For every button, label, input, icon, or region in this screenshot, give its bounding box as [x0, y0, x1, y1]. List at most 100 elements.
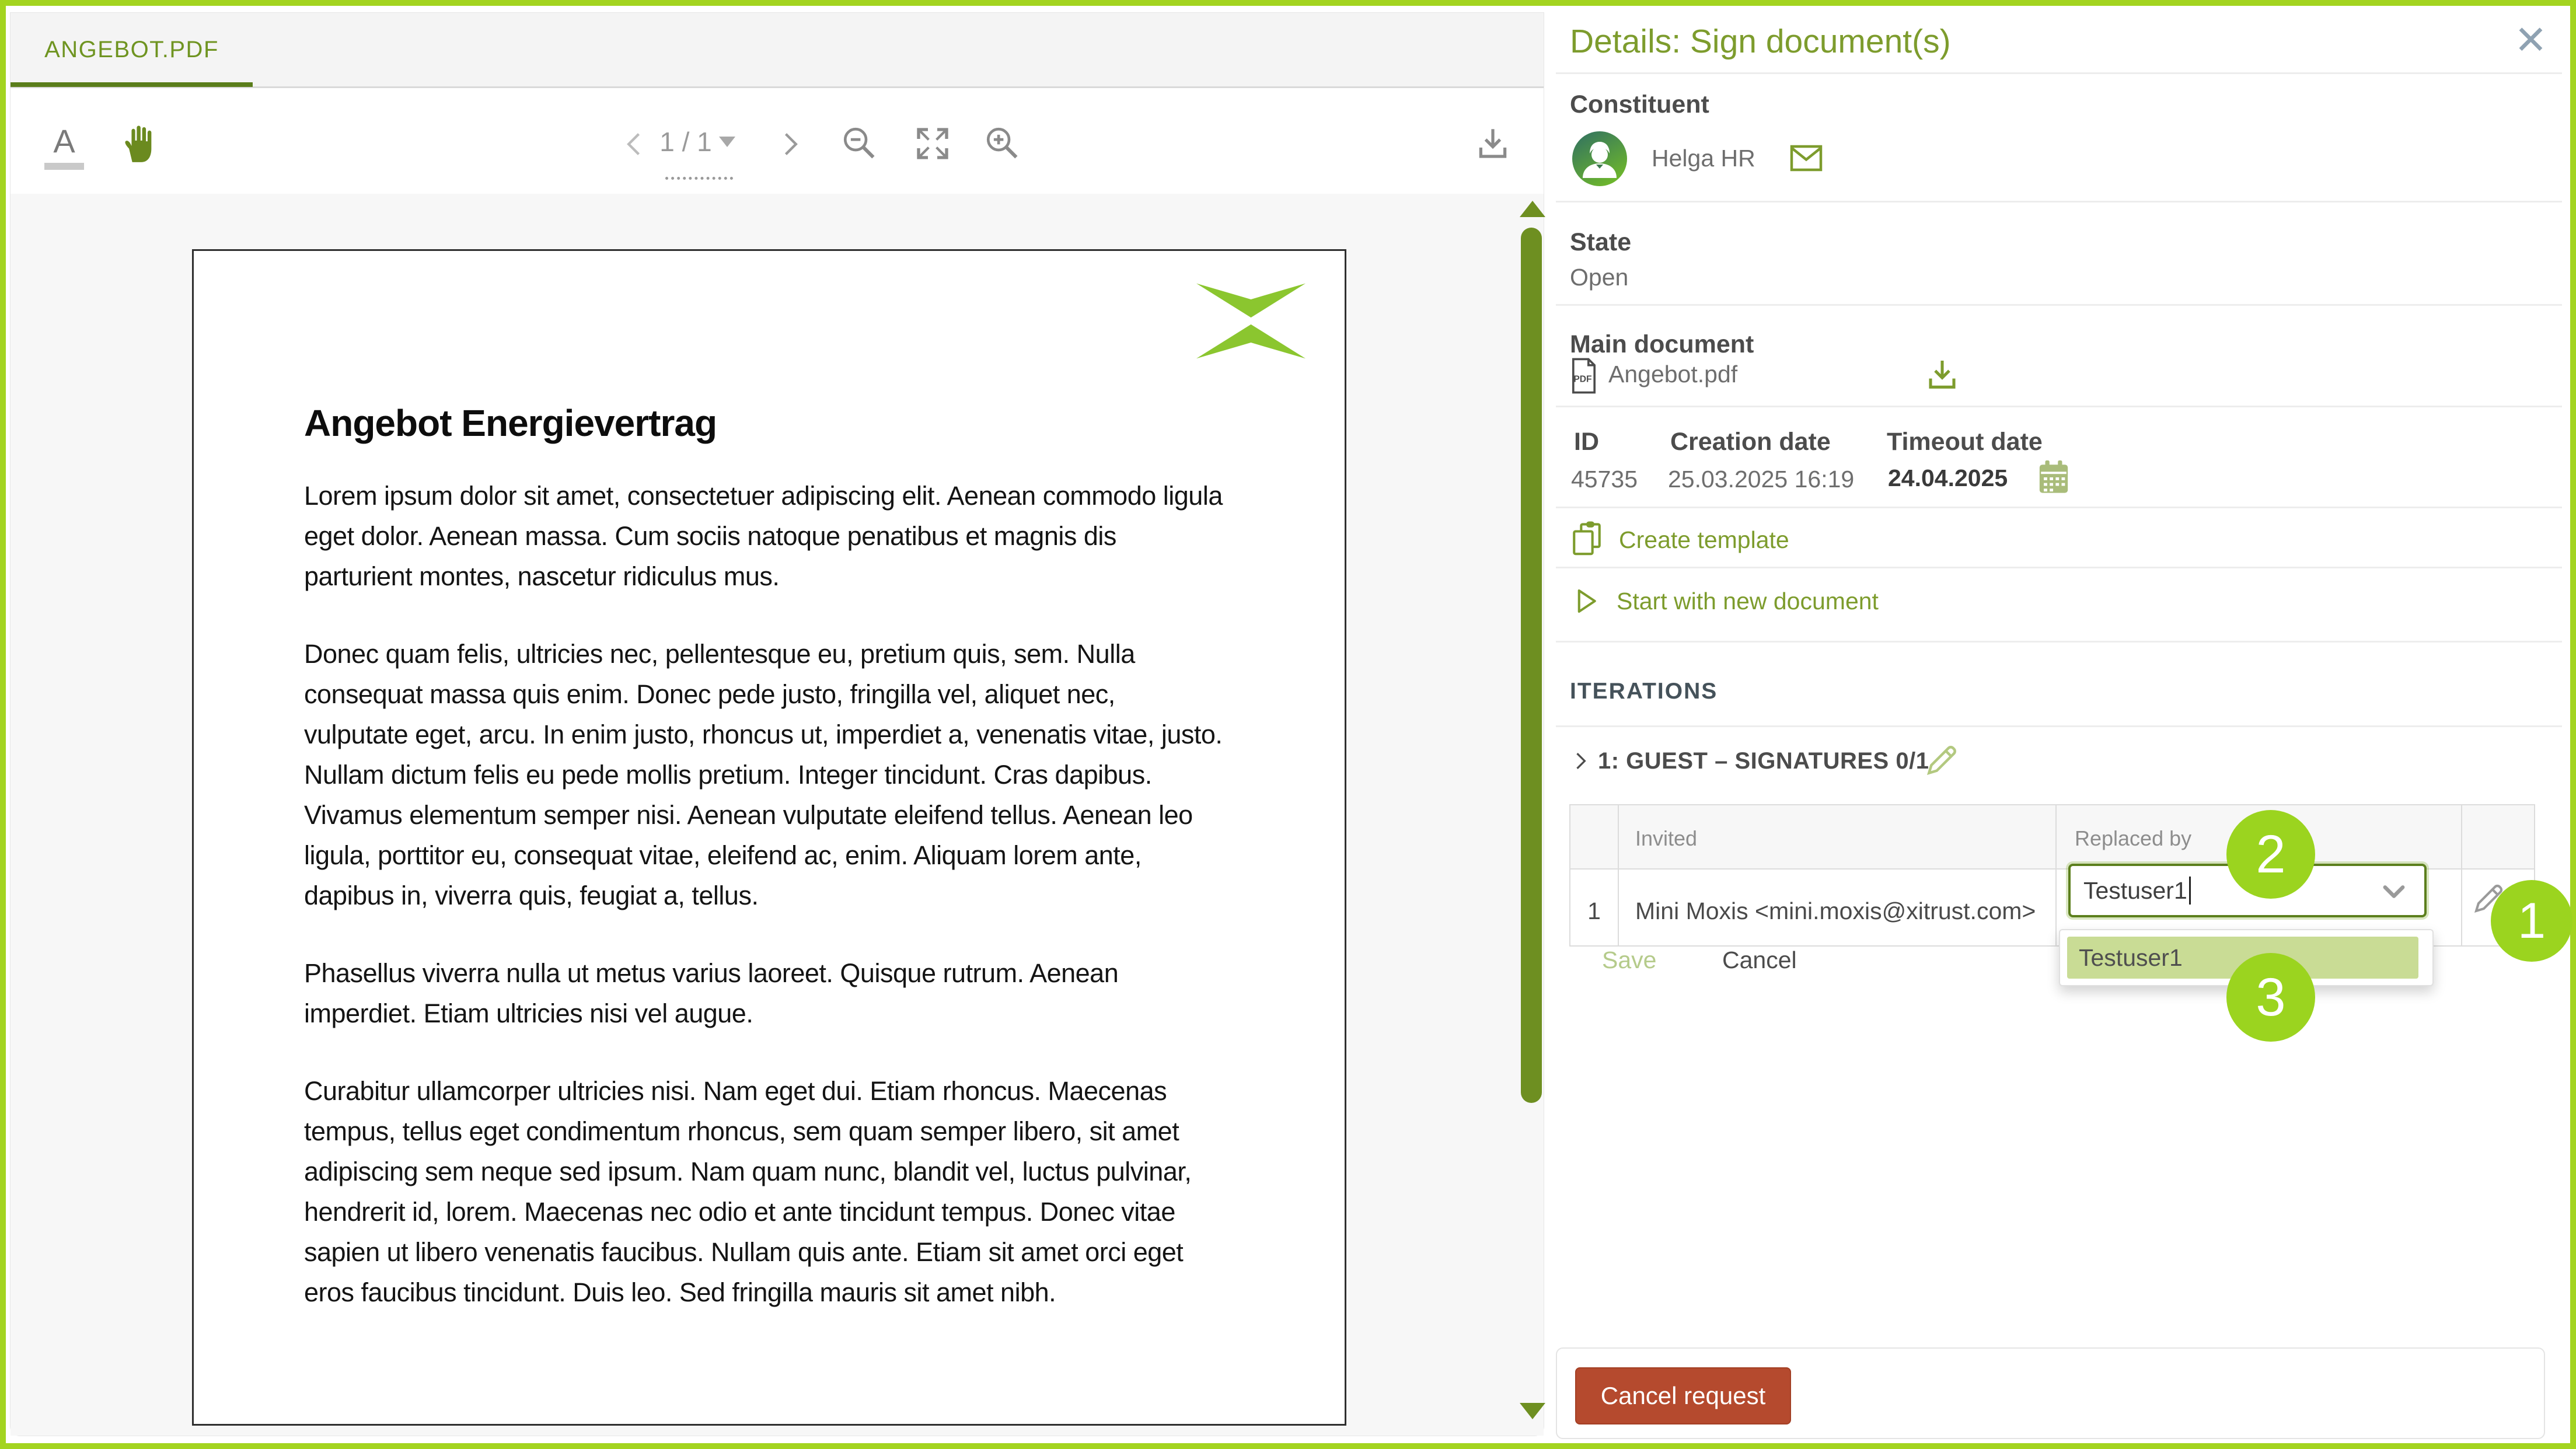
divider: [1556, 641, 2562, 643]
page-select-caret-icon: [719, 137, 735, 147]
download-document-button[interactable]: [1467, 118, 1519, 169]
download-main-document-button[interactable]: [1924, 355, 1961, 394]
annotation-step-2: 2: [2226, 810, 2315, 899]
pencil-icon: [1924, 741, 1961, 778]
signers-table-header: [1570, 805, 2534, 870]
svg-text:PDF: PDF: [1573, 374, 1591, 384]
document-paragraph: Curabitur ullamcorper ultricies nisi. Na…: [304, 1071, 1225, 1312]
fit-to-screen-button[interactable]: [909, 118, 956, 169]
divider: [1556, 304, 2562, 306]
tab-label: ANGEBOT.PDF: [44, 37, 219, 63]
signers-table: Invited Replaced by 1 Mini Moxis <mini.m…: [1569, 804, 2535, 947]
page-indicator-input[interactable]: 1 / 1: [659, 118, 735, 165]
divider: [1556, 567, 2562, 568]
chevron-down-icon[interactable]: [2379, 877, 2409, 907]
divider: [1556, 507, 2562, 508]
iteration-group-label: 1: GUEST – SIGNATURES 0/1: [1598, 748, 1929, 774]
divider: [1556, 725, 2562, 727]
table-column-divider: [2055, 805, 2057, 945]
annotation-step-1: 1: [2491, 880, 2572, 962]
divider: [1556, 72, 2562, 74]
row-number-cell: 1: [1570, 898, 1618, 925]
state-label: State: [1570, 228, 1631, 257]
divider: [1556, 201, 2562, 202]
cancel-button[interactable]: Cancel: [1722, 947, 1797, 974]
id-label: ID: [1574, 428, 1599, 456]
app-window: { "colors": { "accent_green": "#7d9c2d",…: [0, 0, 2576, 1449]
viewer-toolbar: A 1 / 1: [11, 88, 1544, 194]
zoom-in-icon: [983, 123, 1022, 165]
page-indicator-value: 1 / 1: [659, 126, 712, 158]
start-with-new-document-label: Start with new document: [1617, 588, 1879, 615]
main-document-label: Main document: [1570, 330, 1754, 359]
zoom-out-icon: [840, 123, 879, 165]
dropdown-option-label: Testuser1: [2079, 944, 2183, 972]
hand-icon: [118, 119, 161, 169]
scrollbar-up-arrow[interactable]: [1520, 201, 1545, 217]
invited-cell: Mini Moxis <mini.moxis@xitrust.com>: [1635, 898, 2036, 925]
combobox-value: Testuser1: [2083, 877, 2187, 905]
create-template-link[interactable]: Create template: [1570, 521, 1789, 559]
next-page-button[interactable]: [772, 121, 807, 167]
state-value: Open: [1570, 264, 1628, 291]
cancel-request-button[interactable]: Cancel request: [1575, 1367, 1791, 1424]
chevron-right-icon: [1568, 746, 1593, 776]
prev-page-button[interactable]: [617, 121, 652, 167]
edit-iteration-button[interactable]: [1924, 741, 1961, 778]
email-icon[interactable]: [1788, 144, 1824, 173]
zoom-in-button[interactable]: [979, 118, 1026, 169]
document-title: Angebot Energievertrag: [304, 401, 717, 445]
scrollbar-down-arrow[interactable]: [1520, 1403, 1545, 1419]
details-footer: Cancel request: [1556, 1347, 2545, 1439]
close-icon[interactable]: ✕: [2514, 18, 2547, 64]
pdf-page: Angebot Energievertrag Lorem ipsum dolor…: [192, 249, 1346, 1426]
document-paragraph: Phasellus viverra nulla ut metus varius …: [304, 953, 1225, 1033]
scrollbar-thumb[interactable]: [1521, 228, 1542, 1103]
annotation-step-3: 3: [2226, 953, 2315, 1042]
download-icon: [1474, 123, 1512, 164]
calendar-icon[interactable]: [2037, 459, 2071, 496]
column-header-invited: Invited: [1635, 826, 1697, 851]
document-body: Lorem ipsum dolor sit amet, consectetuer…: [304, 476, 1225, 1350]
constituent-label: Constituent: [1570, 90, 1709, 119]
document-paragraph: Lorem ipsum dolor sit amet, consectetuer…: [304, 476, 1225, 596]
chevron-left-icon: [620, 125, 650, 163]
pdf-viewer-area: Angebot Energievertrag Lorem ipsum dolor…: [11, 194, 1544, 1436]
xitrust-logo-icon: [1194, 283, 1308, 359]
tab-angebot-pdf[interactable]: ANGEBOT.PDF: [11, 13, 253, 86]
creation-date-label: Creation date: [1670, 428, 1831, 456]
tab-active-underline: [11, 82, 253, 87]
iterations-heading: ITERATIONS: [1570, 679, 1718, 704]
zoom-out-button[interactable]: [836, 118, 883, 169]
pan-tool-button[interactable]: [113, 115, 166, 173]
save-button[interactable]: Save: [1602, 947, 1656, 974]
id-value: 45735: [1571, 466, 1638, 493]
text-select-underline: [44, 163, 84, 170]
page-input-dotted-underline: [665, 177, 733, 180]
expand-icon: [914, 125, 951, 162]
window-border-left: [0, 0, 6, 1449]
chevron-right-icon: [774, 125, 805, 163]
window-border-top: [0, 0, 2576, 6]
text-select-icon: A: [53, 124, 75, 158]
main-document-filename: Angebot.pdf: [1608, 361, 1737, 388]
creation-date-value: 25.03.2025 16:19: [1668, 466, 1854, 493]
pdf-viewer-card: ANGEBOT.PDF A: [11, 13, 1544, 1436]
details-panel-title: Details: Sign document(s): [1570, 22, 1951, 61]
timeout-date-value: 24.04.2025: [1888, 465, 2008, 492]
document-paragraph: Donec quam felis, ultricies nec, pellent…: [304, 634, 1225, 916]
tab-bar: ANGEBOT.PDF: [11, 13, 1544, 88]
create-template-label: Create template: [1619, 526, 1789, 554]
play-outline-icon: [1570, 584, 1601, 619]
constituent-name: Helga HR: [1652, 145, 1755, 172]
text-select-tool-button[interactable]: A: [41, 121, 88, 173]
iteration-group-expander[interactable]: 1: GUEST – SIGNATURES 0/1: [1568, 746, 1929, 776]
pdf-file-icon: PDF: [1569, 357, 1599, 394]
download-green-icon: [1924, 355, 1961, 394]
start-with-new-document-link[interactable]: Start with new document: [1570, 584, 1879, 619]
avatar: [1572, 131, 1627, 186]
text-cursor: [2189, 877, 2191, 905]
window-border-right: [2570, 0, 2576, 1449]
timeout-date-label: Timeout date: [1887, 428, 2043, 456]
window-border-bottom: [0, 1443, 2576, 1449]
